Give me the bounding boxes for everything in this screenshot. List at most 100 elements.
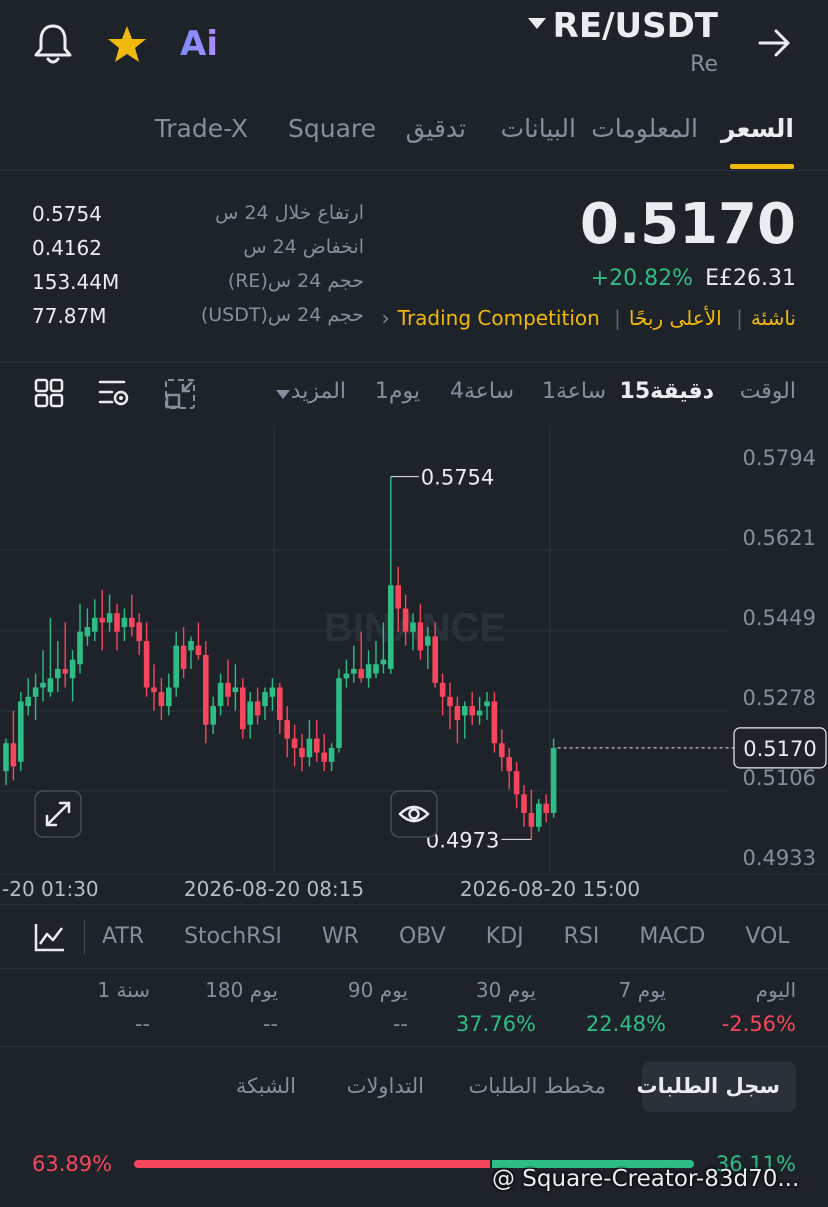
performance-label: 90 يوم [347,978,408,1002]
candle-body [217,682,224,707]
timeframe-1h[interactable]: 1ساعة [542,379,606,404]
candle-body [543,803,549,813]
tab-trades[interactable]: التداولات [347,1074,424,1098]
candle-body [180,645,187,669]
tab-trade-x[interactable]: Trade-X [155,114,248,143]
indicator-tab-atr[interactable]: ATR [102,924,144,949]
tag-trading-competition[interactable]: Trading Competition [398,306,600,330]
candle-body [166,687,172,707]
candle-body [484,701,490,707]
indicator-tab-macd[interactable]: MACD [639,924,705,949]
y-tick-label: 0.5278 [743,686,816,710]
timeframe-more[interactable]: المزيد [291,379,346,404]
sell-ratio: 63.89% [32,1152,113,1176]
performance-label: 1 سنة [97,978,150,1002]
candle-body [432,636,438,683]
indicator-tab-wr[interactable]: WR [322,924,359,949]
indicator-tab-rsi[interactable]: RSI [564,924,600,949]
active-tab-indicator [730,164,794,169]
tag-top-gainer[interactable]: الأعلى ربحًا [629,306,722,330]
indicator-chart-icon[interactable] [34,922,66,952]
candle-body [491,701,498,744]
tab-info[interactable]: المعلومات [591,114,698,143]
tab-network[interactable]: الشبكة [236,1074,296,1098]
expand-chart-icon[interactable] [34,790,82,838]
more-caret-icon[interactable] [276,390,290,399]
pair-title[interactable]: RE/USDT [553,6,718,46]
ai-icon[interactable]: Ai [180,24,218,64]
candle-body [291,738,298,748]
performance-value: 22.48% [585,1012,666,1036]
candle-body [47,678,54,693]
candle-body [55,668,61,679]
grid-layout-icon[interactable] [34,378,64,408]
sell-ratio-bar [134,1160,490,1168]
divider [0,170,828,171]
arrow-right-icon[interactable] [758,28,792,58]
performance-value: -- [134,1012,150,1036]
volume-base-label: حجم 24 س(RE) [227,270,364,292]
candle-body [77,631,83,665]
tab-audit[interactable]: تدقيق [406,114,466,143]
tab-data[interactable]: البيانات [501,114,576,143]
candle-body [506,757,512,772]
candle-body [18,701,24,762]
candle-body [25,696,31,707]
performance-value: -- [262,1012,278,1036]
tab-order-book[interactable]: سجل الطلبات [636,1074,780,1098]
shrink-icon[interactable] [164,378,196,410]
volume-quote-value: 77.87M [32,304,107,328]
tag-emerging[interactable]: ناشئة [751,306,796,330]
candle-body [299,747,305,758]
tab-price[interactable]: السعر [721,114,794,143]
tab-square[interactable]: Square [288,114,376,143]
candle-body [373,664,379,674]
y-tick-label: 0.5794 [743,446,816,470]
divider [0,904,828,905]
candles-group [3,476,557,840]
candle-body [247,701,253,725]
indicator-tabs: ATR StochRSI WR OBV KDJ RSI MACD VOL [102,924,828,954]
bell-icon[interactable] [32,22,74,66]
timeframe-1d[interactable]: 1يوم [375,379,420,404]
x-tick-label: 2026-08-20 08:15 [184,877,364,901]
chart-settings-icon[interactable] [98,378,132,410]
candle-body [469,706,475,716]
indicator-tab-vol[interactable]: VOL [745,924,789,949]
candle-body [454,706,461,721]
candle-body [121,617,128,628]
candle-body [513,771,520,795]
timeframe-15m[interactable]: 15دقيقة [620,379,714,404]
eye-icon[interactable] [390,790,438,838]
high-24h-value: 0.5754 [32,202,102,226]
low-24h-value: 0.4162 [32,236,102,260]
pair-dropdown-caret-icon[interactable] [528,18,546,29]
candle-body [306,738,313,758]
last-price-tag-label: 0.5170 [743,737,816,761]
indicator-tab-obv[interactable]: OBV [399,924,446,949]
star-icon[interactable] [106,24,148,64]
candle-body [388,585,394,669]
candle-body [462,706,468,716]
performance-label: 180 يوم [205,978,278,1002]
performance-label: اليوم [755,978,796,1002]
timeframe-4h[interactable]: 4ساعة [450,379,514,404]
timeframe-time-label[interactable]: الوقت [740,379,796,404]
candle-body [314,738,320,753]
indicator-tab-kdj[interactable]: KDJ [486,924,524,949]
candle-body [499,743,505,758]
candle-body [232,687,239,693]
indicator-tab-stochrsi[interactable]: StochRSI [184,924,282,949]
tab-depth-chart[interactable]: مخطط الطلبات [468,1074,606,1098]
candle-body [195,645,202,655]
candle-body [476,710,483,716]
y-tick-label: 0.5106 [743,766,816,790]
candle-body [173,645,179,688]
candle-body [284,720,290,739]
candle-body [188,641,194,651]
candle-body [62,668,68,674]
candle-body [365,664,372,679]
candle-body [143,641,150,688]
candle-body [410,622,416,632]
candle-body [447,696,453,707]
